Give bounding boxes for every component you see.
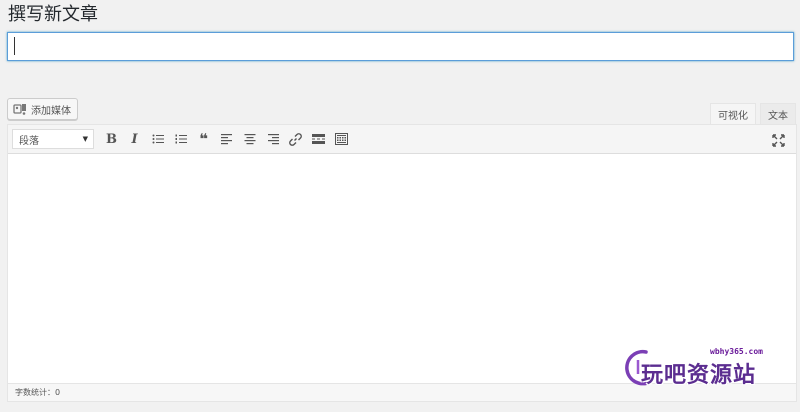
editor-tabs: 可视化 文本 [710, 103, 796, 124]
add-media-button[interactable]: 添加媒体 [7, 98, 78, 120]
editor-content-area[interactable] [8, 154, 796, 385]
align-left-icon [220, 134, 232, 145]
align-center-button[interactable] [238, 129, 261, 149]
align-right-button[interactable] [261, 129, 284, 149]
numbered-list-button[interactable] [169, 129, 192, 149]
format-select-value: 段落 [19, 135, 39, 147]
kitchen-sink-icon [335, 133, 348, 145]
format-select[interactable]: 段落 ▼ [12, 129, 94, 149]
editor-toolbar: 段落 ▼ B I ❝ [8, 125, 796, 154]
text-caret [14, 37, 15, 55]
quote-icon: ❝ [199, 129, 208, 148]
tab-visual[interactable]: 可视化 [710, 103, 756, 124]
italic-button[interactable]: I [123, 129, 146, 149]
post-title-input[interactable] [7, 32, 794, 61]
bullet-list-icon [152, 134, 164, 144]
link-icon [289, 132, 302, 146]
page-title: 撰写新文章 [8, 4, 98, 25]
fullscreen-icon [772, 133, 785, 147]
align-center-icon [244, 134, 255, 145]
chevron-down-icon: ▼ [82, 135, 88, 143]
align-left-button[interactable] [215, 129, 238, 149]
bullet-list-button[interactable] [146, 129, 169, 149]
bold-icon: B [106, 131, 117, 147]
italic-icon: I [131, 131, 138, 147]
media-add-icon [13, 102, 27, 116]
watermark-url: wbhy365.com [710, 347, 763, 356]
align-right-icon [267, 134, 279, 145]
add-media-label: 添加媒体 [31, 105, 71, 117]
more-tag-icon [312, 134, 325, 144]
bold-button[interactable]: B [100, 129, 123, 149]
fullscreen-button[interactable] [767, 130, 790, 150]
toolbar-toggle-button[interactable] [330, 129, 353, 149]
word-count: 字数统计：0 [15, 388, 61, 397]
read-more-button[interactable] [307, 129, 330, 149]
watermark-text: 玩吧资源站 [641, 363, 757, 388]
blockquote-button[interactable]: ❝ [192, 129, 215, 149]
tab-text[interactable]: 文本 [760, 103, 796, 124]
insert-link-button[interactable] [284, 129, 307, 149]
numbered-list-icon [175, 134, 187, 144]
